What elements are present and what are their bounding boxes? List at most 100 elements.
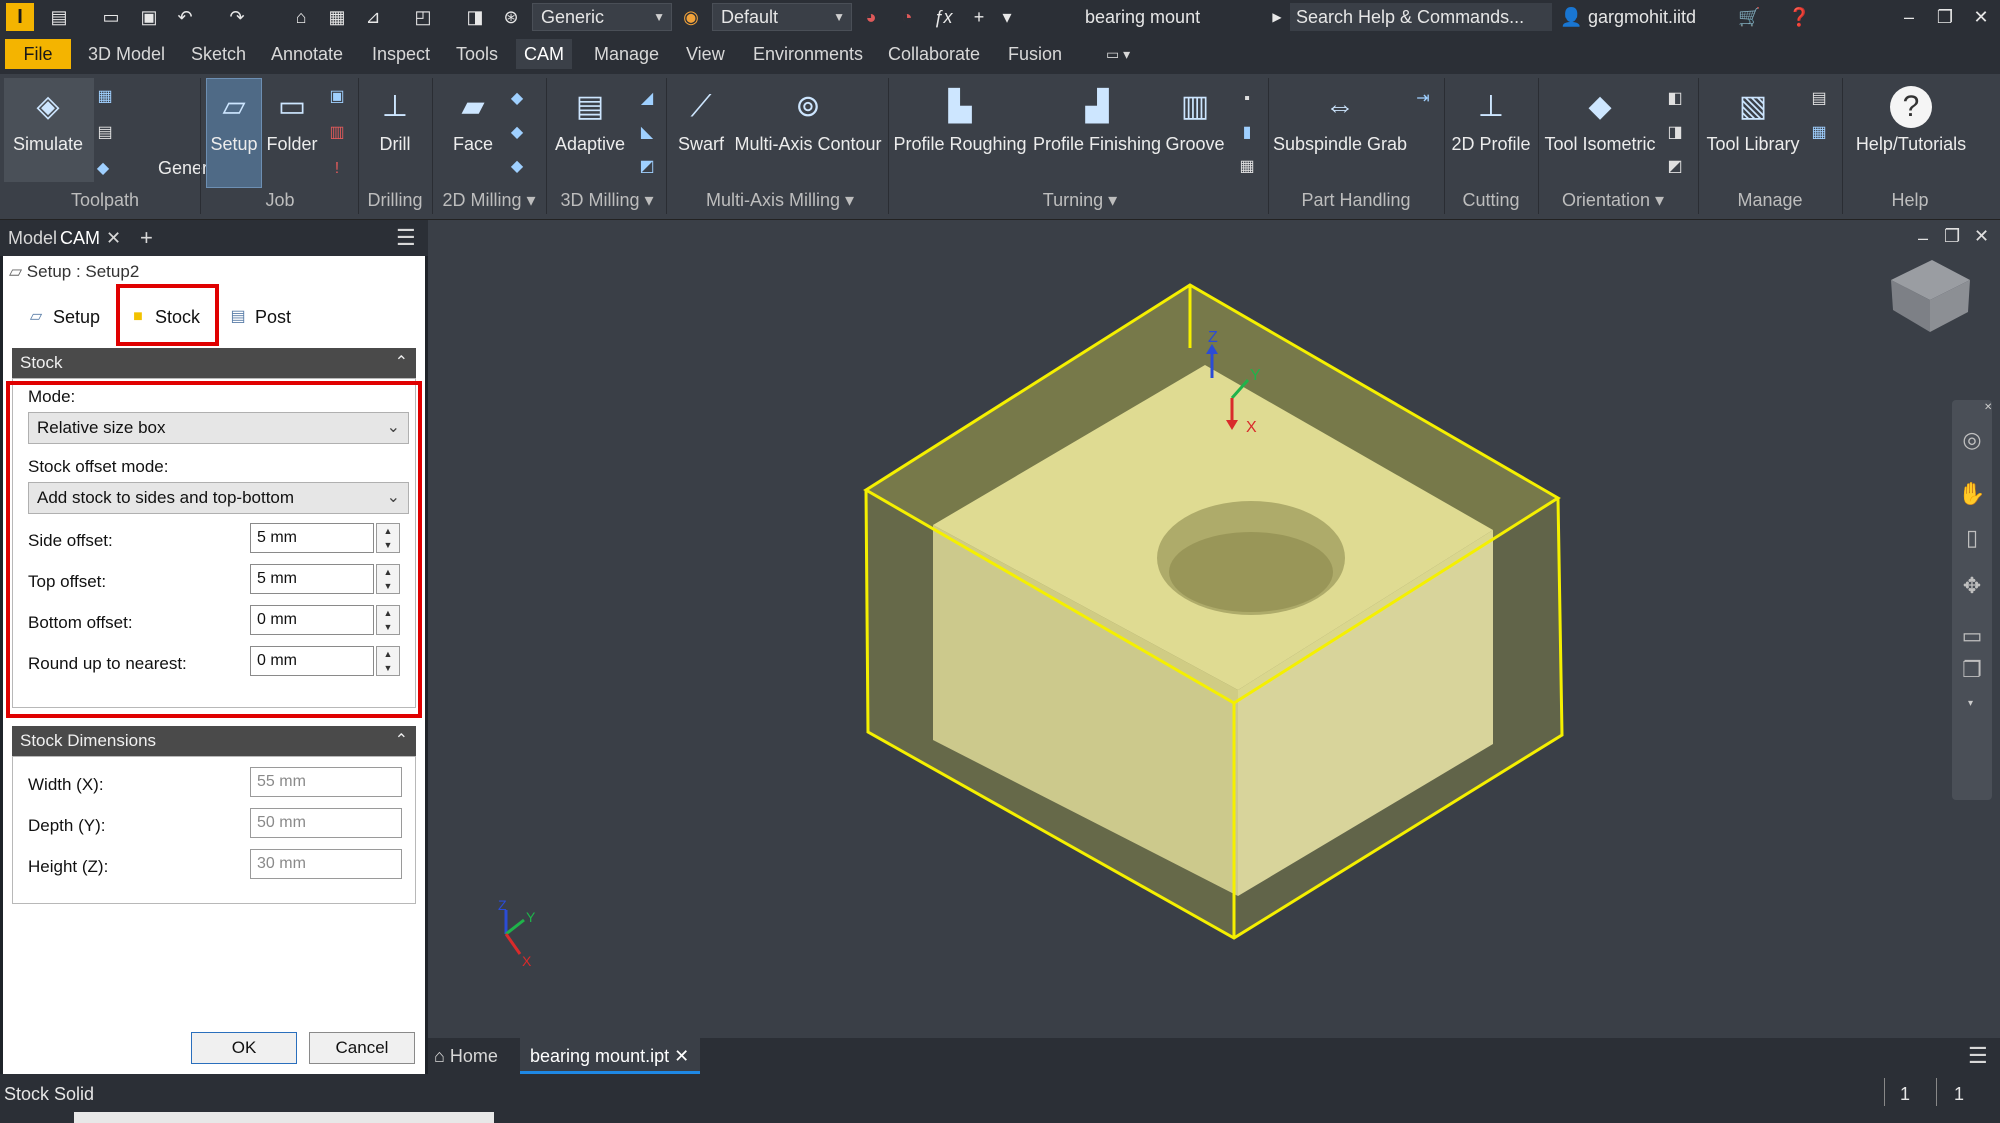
function-icon[interactable]: ƒx xyxy=(932,7,954,27)
visual-style-dropdown[interactable]: Generic ▼ xyxy=(532,3,672,31)
home-icon[interactable]: ⌂ xyxy=(290,7,312,27)
tab-environments[interactable]: Environments xyxy=(745,39,871,69)
tab-fusion[interactable]: Fusion xyxy=(1000,39,1070,69)
side-offset-input[interactable]: 5 mm xyxy=(250,523,374,553)
post-library-icon[interactable]: ▦ xyxy=(1808,122,1830,144)
orbit-icon[interactable]: ✥ xyxy=(1958,572,1986,600)
side-offset-stepper[interactable]: ▲ ▼ xyxy=(376,523,400,553)
zoom-icon[interactable]: ▯ xyxy=(1958,524,1986,552)
offset-mode-select[interactable]: Add stock to sides and top-bottom ⌄ xyxy=(28,482,409,514)
profile-finishing-button[interactable]: ▟ Profile Finishing xyxy=(1032,80,1162,155)
profile-2d-button[interactable]: ⊥ 2D Profile xyxy=(1448,80,1534,155)
tab-tools[interactable]: Tools xyxy=(448,39,506,69)
manual-nc-icon[interactable]: ▥ xyxy=(326,122,348,144)
turning-chamfer-icon[interactable]: ▮ xyxy=(1236,122,1258,144)
multi-axis-contour-button[interactable]: ⊚ Multi-Axis Contour xyxy=(732,80,884,155)
subspindle-grab-button[interactable]: ⇔ Subspindle Grab xyxy=(1272,80,1408,155)
user-icon[interactable]: 👤 xyxy=(1560,7,1582,27)
tab-collaborate[interactable]: Collaborate xyxy=(880,39,988,69)
thread-icon[interactable]: ▦ xyxy=(1236,156,1258,178)
open-icon[interactable]: ▭ xyxy=(100,7,122,27)
setup-button[interactable]: ▱ Setup xyxy=(206,80,262,155)
tab-manage[interactable]: Manage xyxy=(586,39,667,69)
dialog-tab-setup[interactable]: ▱ Setup xyxy=(19,298,105,336)
cart-icon[interactable]: 🛒 xyxy=(1738,7,1760,27)
tab-view[interactable]: View xyxy=(678,39,733,69)
clear-appearance-icon[interactable]: ◔ xyxy=(896,7,918,27)
contour-2d-icon[interactable]: ◆ xyxy=(506,88,528,110)
measure-icon[interactable]: ⊿ xyxy=(362,7,384,27)
help-icon[interactable]: ❓ xyxy=(1788,7,1810,27)
generate-icon[interactable]: ◆ xyxy=(92,158,114,180)
pattern-icon[interactable]: ▣ xyxy=(326,86,348,108)
ok-button[interactable]: OK xyxy=(191,1032,297,1064)
round-up-input[interactable]: 0 mm xyxy=(250,646,374,676)
steering-wheel-icon[interactable]: ◎ xyxy=(1958,426,1986,454)
tab-annotate[interactable]: Annotate xyxy=(263,39,351,69)
cancel-button[interactable]: Cancel xyxy=(309,1032,415,1064)
scallop-icon[interactable]: ◩ xyxy=(636,156,658,178)
pocket-2d-icon[interactable]: ◆ xyxy=(506,122,528,144)
list-icon[interactable]: ▤ xyxy=(94,122,116,144)
properties-icon[interactable]: ▦ xyxy=(326,7,348,27)
group-3d-milling[interactable]: 3D Milling ▾ xyxy=(552,190,662,211)
new-file-icon[interactable]: ▤ xyxy=(48,7,70,27)
group-turning[interactable]: Turning ▾ xyxy=(1000,190,1160,211)
add-icon[interactable]: + xyxy=(968,7,990,27)
undo-icon[interactable]: ↶ xyxy=(174,7,196,27)
round-up-stepper[interactable]: ▲ ▼ xyxy=(376,646,400,676)
tab-sketch[interactable]: Sketch xyxy=(183,39,254,69)
add-tab-icon[interactable]: + xyxy=(140,220,153,256)
update-icon[interactable]: ◨ xyxy=(464,7,486,27)
nc-program-icon[interactable]: ▤ xyxy=(1808,88,1830,110)
toolpath-icon[interactable]: ▦ xyxy=(94,86,116,108)
pocket-3d-icon[interactable]: ◢ xyxy=(636,88,658,110)
group-2d-milling[interactable]: 2D Milling ▾ xyxy=(436,190,542,211)
top-offset-stepper[interactable]: ▲ ▼ xyxy=(376,564,400,594)
dialog-tab-post-process[interactable]: ▤ Post Process xyxy=(221,298,361,365)
navbar-menu-icon[interactable]: ▾ xyxy=(1968,698,1973,709)
parallel-icon[interactable]: ◣ xyxy=(636,122,658,144)
profile-roughing-button[interactable]: ▙ Profile Roughing xyxy=(892,80,1028,155)
bottom-offset-input[interactable]: 0 mm xyxy=(250,605,374,635)
bore-icon[interactable]: ◆ xyxy=(506,156,528,178)
adaptive-button[interactable]: ▤ Adaptive xyxy=(550,80,630,155)
probe-icon[interactable]: ! xyxy=(326,158,348,180)
select-icon[interactable]: ◰ xyxy=(412,7,434,27)
look-at-icon[interactable]: ▭ xyxy=(1958,622,1986,650)
save-icon[interactable]: ▣ xyxy=(138,7,160,27)
color-icon[interactable]: ◕ xyxy=(860,7,882,27)
close-icon[interactable]: ✕ xyxy=(1966,4,1996,30)
tab-cam[interactable]: CAM xyxy=(516,39,572,69)
restore-icon[interactable]: ❐ xyxy=(1930,4,1960,30)
material-icon[interactable]: ⊛ xyxy=(500,7,522,27)
turning-face-icon[interactable]: ▪ xyxy=(1236,88,1258,110)
part-transfer-icon[interactable]: ⇥ xyxy=(1412,88,1434,110)
file-tab-bearing-mount[interactable]: bearing mount.ipt ✕ xyxy=(520,1038,700,1074)
collapse-icon[interactable]: ⌃ xyxy=(395,348,408,378)
redo-icon[interactable]: ↷ xyxy=(226,7,248,27)
view-front-icon[interactable]: ◧ xyxy=(1664,88,1686,110)
home-tab[interactable]: ⌂ Home xyxy=(434,1038,498,1074)
bottom-offset-stepper[interactable]: ▲ ▼ xyxy=(376,605,400,635)
view-top-icon[interactable]: ◨ xyxy=(1664,122,1686,144)
tab-model[interactable]: Model xyxy=(8,220,57,256)
file-tab[interactable]: File xyxy=(5,39,71,69)
panel-menu-icon[interactable]: ☰ xyxy=(396,220,416,256)
top-offset-input[interactable]: 5 mm xyxy=(250,564,374,594)
close-icon[interactable]: ✕ xyxy=(674,1046,689,1066)
appearance-icon[interactable]: ◉ xyxy=(680,7,702,27)
tool-library-button[interactable]: ▧ Tool Library xyxy=(1702,80,1804,155)
graphics-viewport[interactable]: – ❐ ✕ Z Y X Z Y X ✕ ◎ ✋ ▯ ✥ ▭ ❐ ▾ xyxy=(428,220,2000,1038)
ribbon-options-icon[interactable]: ▭ ▾ xyxy=(1098,39,1138,69)
dialog-tab-stock[interactable]: ■ Stock xyxy=(121,298,211,336)
simulate-button[interactable]: ◈ Simulate xyxy=(8,80,88,155)
search-help-input[interactable]: Search Help & Commands... xyxy=(1290,3,1552,31)
swarf-button[interactable]: ⟋ Swarf xyxy=(670,80,732,155)
tabs-menu-icon[interactable]: ☰ xyxy=(1968,1038,1988,1074)
view-cube[interactable] xyxy=(1891,260,1970,332)
folder-button[interactable]: ▭ Folder xyxy=(264,80,320,155)
stock-dimensions-header[interactable]: Stock Dimensions ⌃ xyxy=(12,726,416,756)
app-logo[interactable]: I xyxy=(6,3,34,31)
user-name[interactable]: gargmohit.iitd xyxy=(1588,0,1696,34)
